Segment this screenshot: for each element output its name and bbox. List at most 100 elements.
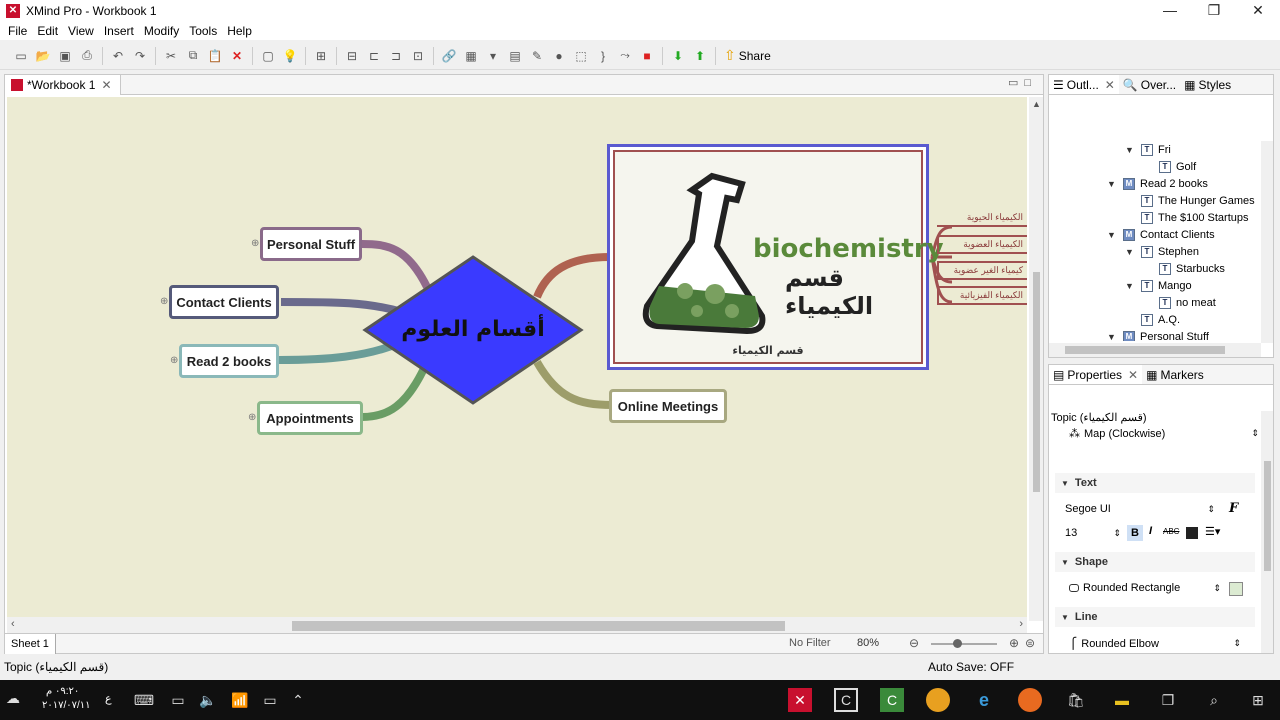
topic-online-meetings[interactable]: Online Meetings (609, 389, 727, 423)
line-select[interactable]: ⎧ Rounded Elbow ⇕ (1069, 637, 1241, 651)
print-icon[interactable]: ⎙ (78, 47, 96, 65)
close-icon[interactable]: ✕ (1128, 368, 1138, 382)
structure-select[interactable]: ⁂ Map (Clockwise) ⇕ (1069, 427, 1259, 441)
menu-modify[interactable]: Modify (139, 24, 184, 38)
drill-up-icon[interactable]: ⬆ (691, 47, 709, 65)
maximize-button[interactable]: ❐ (1192, 0, 1236, 22)
topic-appointments[interactable]: Appointments (257, 401, 363, 435)
copy-icon[interactable]: ⧉ (184, 47, 202, 65)
align-button[interactable]: ☰▾ (1205, 525, 1220, 538)
stop-icon[interactable]: ■ (638, 47, 656, 65)
outline-row[interactable]: T The Hunger Games (1125, 192, 1255, 209)
properties-scrollbar[interactable] (1261, 411, 1273, 653)
subtopic-biochem[interactable]: الكيمياء الحيوية (937, 210, 1027, 227)
expand-icon[interactable]: ⊕ (170, 355, 178, 366)
insert-topic-icon[interactable]: ⊟ (343, 47, 361, 65)
topic-contact-clients[interactable]: Contact Clients (169, 285, 279, 319)
chevron-down-icon[interactable]: ▼ (1125, 145, 1135, 155)
xmind-taskbar-icon[interactable]: ✕ (788, 688, 812, 712)
outline-row[interactable]: ▼ T Stephen (1125, 243, 1199, 260)
scroll-thumb[interactable] (292, 621, 785, 631)
line-section-header[interactable]: ▼ Line (1055, 607, 1255, 627)
outline-row[interactable]: ▼ M Personal Stuff (1107, 328, 1209, 341)
insert-parent-icon[interactable]: ⊡ (409, 47, 427, 65)
attachment-icon[interactable]: 🔗 (440, 47, 458, 65)
file-explorer-icon[interactable]: ▬ (1110, 688, 1134, 712)
insert-before-icon[interactable]: ⊐ (387, 47, 405, 65)
new-workbook-icon[interactable]: ▭ (12, 47, 30, 65)
outline-row[interactable]: ▼ M Read 2 books (1107, 175, 1208, 192)
redo-icon[interactable]: ↷ (131, 47, 149, 65)
tab-workbook-1[interactable]: *Workbook 1 ✕ (5, 75, 121, 95)
tab-outline[interactable]: ☰ Outl... ✕ (1049, 75, 1119, 94)
task-view-icon[interactable]: ❐ (1156, 688, 1180, 712)
chevron-down-icon[interactable]: ▼ (1107, 230, 1117, 240)
undo-icon[interactable]: ↶ (109, 47, 127, 65)
outline-row[interactable]: T The $100 Startups (1125, 209, 1249, 226)
boundary-icon[interactable]: ⬚ (572, 47, 590, 65)
taskbar-date[interactable]: ٢٠١٧/٠٧/١١ (42, 700, 91, 711)
zoom-fit-icon[interactable]: ⊜ (1025, 636, 1035, 650)
topic-chemistry-image[interactable]: biochemistry قسم الكيمياء قسم الكيمياء (607, 144, 944, 370)
subtopic-physical[interactable]: الكيمياء الفيزيائية (937, 286, 1027, 305)
volume-icon[interactable]: 🔈 (196, 688, 220, 712)
open-folder-icon[interactable]: 📂 (34, 47, 52, 65)
chevron-up-icon[interactable]: ⌃ (286, 688, 310, 712)
font-size-select[interactable]: 13 ⇕ (1065, 527, 1121, 539)
notification-icon[interactable]: ▭ (166, 688, 190, 712)
tab-styles[interactable]: ▦ Styles (1180, 75, 1235, 94)
outline-row[interactable]: ▼ T Fri (1125, 141, 1171, 158)
scroll-thumb[interactable] (1033, 272, 1040, 492)
drill-down-icon[interactable]: ⬇ (669, 47, 687, 65)
outline-row[interactable]: ▼ M Contact Clients (1107, 226, 1215, 243)
font-style-icon[interactable]: F (1229, 501, 1238, 516)
image-icon[interactable]: ▦ (462, 47, 480, 65)
wifi-icon[interactable]: 📶 (228, 688, 252, 712)
topic-icon[interactable]: ▢ (259, 47, 277, 65)
layout-icon[interactable]: ⊞ (312, 47, 330, 65)
text-section-header[interactable]: ▼ Text (1055, 473, 1255, 493)
menu-view[interactable]: View (63, 24, 99, 38)
outline-row[interactable]: Tno meat (1143, 294, 1216, 311)
menu-help[interactable]: Help (222, 24, 257, 38)
chrome-icon[interactable] (926, 688, 950, 712)
horizontal-scrollbar[interactable]: ‹ › (7, 617, 1027, 633)
expand-icon[interactable]: ⊕ (248, 412, 256, 423)
shape-select[interactable]: Rounded Rectangle ⇕ (1069, 582, 1221, 594)
outline-row[interactable]: T Starbucks (1143, 260, 1225, 277)
cut-icon[interactable]: ✂ (162, 47, 180, 65)
expand-icon[interactable]: ⊕ (251, 238, 259, 249)
subtopic-organic[interactable]: الكيمياء العضوية (937, 235, 1027, 254)
editor-window-controls[interactable]: ▭□ (1008, 76, 1037, 89)
windows-start-icon[interactable]: ⊞ (1246, 688, 1270, 712)
zoom-level[interactable]: 80% (857, 637, 879, 649)
mindmap-canvas[interactable]: أقسام العلوم Personal Stuff ⊕ Contact Cl… (7, 97, 1027, 617)
taskbar-time[interactable]: ٠٩:٢٠ م (46, 686, 79, 697)
menu-tools[interactable]: Tools (184, 24, 222, 38)
chevron-down-icon[interactable]: ▼ (1125, 281, 1135, 291)
camtasia-taskbar-icon[interactable]: C (880, 688, 904, 712)
topic-read-2-books[interactable]: Read 2 books (179, 344, 279, 378)
chevron-down-icon[interactable]: ▼ (1107, 179, 1117, 189)
menu-edit[interactable]: Edit (32, 24, 63, 38)
close-button[interactable]: ✕ (1236, 0, 1280, 22)
tab-markers[interactable]: ▦ Markers (1142, 365, 1208, 384)
central-topic[interactable]: أقسام العلوم (387, 309, 559, 349)
italic-button[interactable]: I (1149, 525, 1152, 537)
subtopic-inorganic[interactable]: كيمياء الغير عضوية (937, 261, 1027, 280)
tab-sheet-1[interactable]: Sheet 1 (5, 633, 56, 654)
label-icon[interactable]: ▤ (506, 47, 524, 65)
tab-overview[interactable]: 🔍 Over... (1119, 75, 1180, 94)
zoom-slider[interactable]: ⊖ ⊕ ⊜ (905, 636, 1035, 652)
outline-row[interactable]: ▼ T Mango (1125, 277, 1192, 294)
zoom-thumb[interactable] (953, 639, 962, 648)
font-select[interactable]: Segoe UI ⇕ (1065, 503, 1215, 515)
shape-section-header[interactable]: ▼ Shape (1055, 552, 1255, 572)
menu-file[interactable]: File (3, 24, 32, 38)
close-icon[interactable]: ✕ (1105, 78, 1115, 92)
outline-row[interactable]: T Golf (1143, 158, 1196, 175)
zoom-in-icon[interactable]: ⊕ (1009, 636, 1019, 650)
summary-icon[interactable]: } (594, 47, 612, 65)
relationship-icon[interactable]: ⤳ (616, 47, 634, 65)
filter-label[interactable]: No Filter (789, 637, 831, 649)
